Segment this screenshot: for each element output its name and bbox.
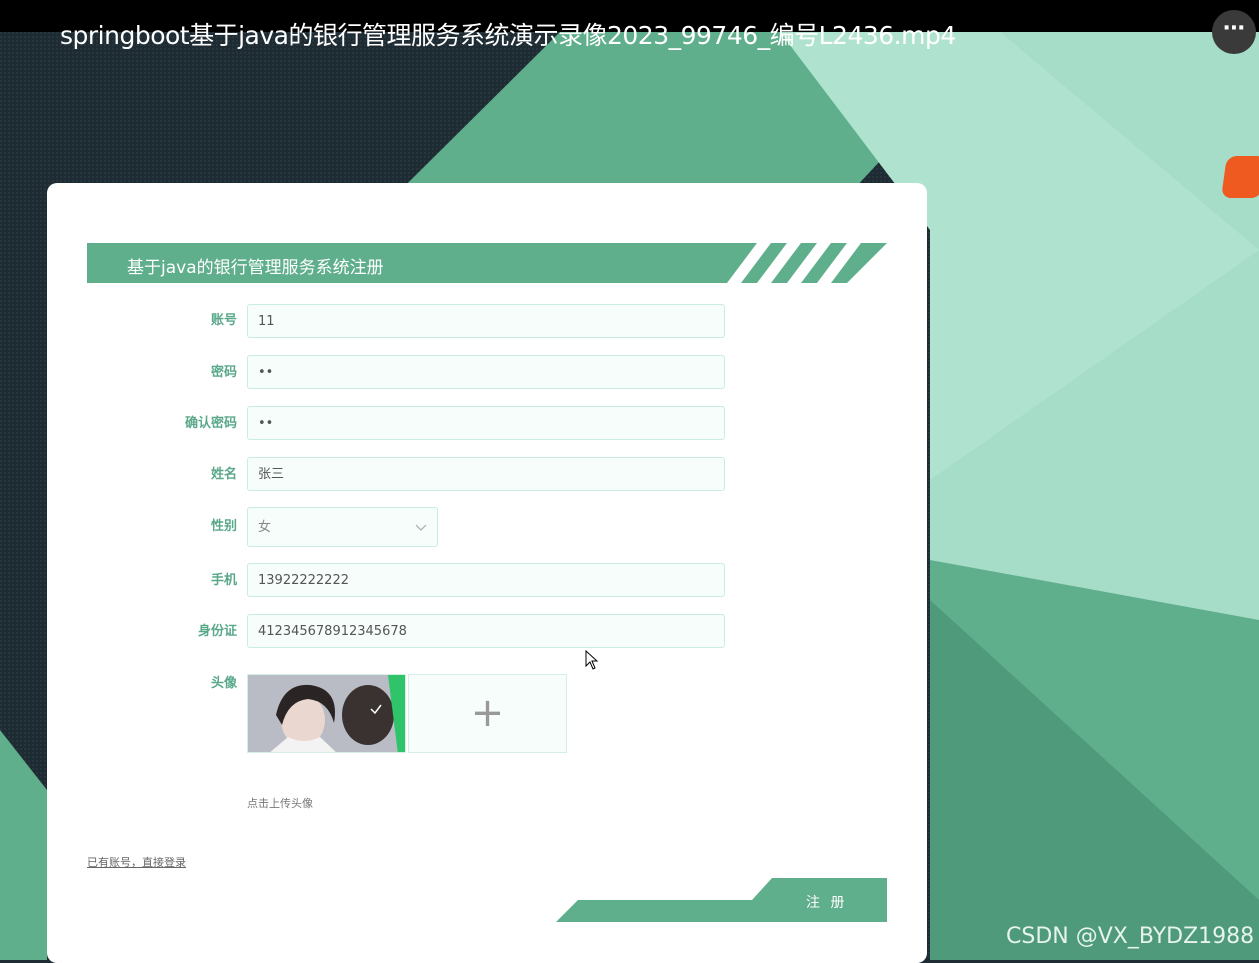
field-label-name: 姓名 [210, 467, 237, 482]
form-title: 基于java的银行管理服务系统注册 [127, 258, 384, 278]
plus-icon: + [470, 690, 505, 736]
avatar-upload-button[interactable]: + [408, 674, 567, 753]
gender-select-value: 女 [258, 520, 272, 535]
field-label-avatar: 头像 [210, 676, 237, 691]
upload-hint: 点击上传头像 [247, 797, 313, 810]
field-label-confirm-password: 确认密码 [184, 416, 237, 431]
password-input[interactable]: •• [247, 355, 725, 389]
register-button-label: 注 册 [806, 895, 848, 911]
phone-input[interactable]: 13922222222 [247, 563, 725, 597]
field-label-gender: 性别 [210, 519, 237, 534]
login-link[interactable]: 已有账号，直接登录 [87, 854, 186, 870]
ime-logo-icon [1221, 156, 1259, 198]
mouse-cursor-icon [585, 649, 599, 674]
id-card-input[interactable]: 412345678912345678 [247, 614, 725, 648]
field-label-phone: 手机 [210, 573, 237, 588]
avatar-thumbnail[interactable] [247, 674, 406, 753]
more-options-icon[interactable]: ⋯ [1212, 10, 1256, 54]
name-input[interactable]: 张三 [247, 457, 725, 491]
watermark: CSDN @VX_BYDZ1988 [1006, 924, 1255, 949]
field-label-password: 密码 [210, 365, 237, 380]
field-label-account: 账号 [210, 313, 237, 328]
avatar-image [248, 675, 405, 752]
account-input[interactable]: 11 [247, 304, 725, 338]
video-title: springboot基于java的银行管理服务系统演示录像2023_99746_… [60, 21, 956, 50]
gender-select[interactable]: 女 [247, 507, 438, 547]
chevron-down-icon [415, 508, 427, 564]
field-label-id-card: 身份证 [197, 624, 237, 639]
confirm-password-input[interactable]: •• [247, 406, 725, 440]
